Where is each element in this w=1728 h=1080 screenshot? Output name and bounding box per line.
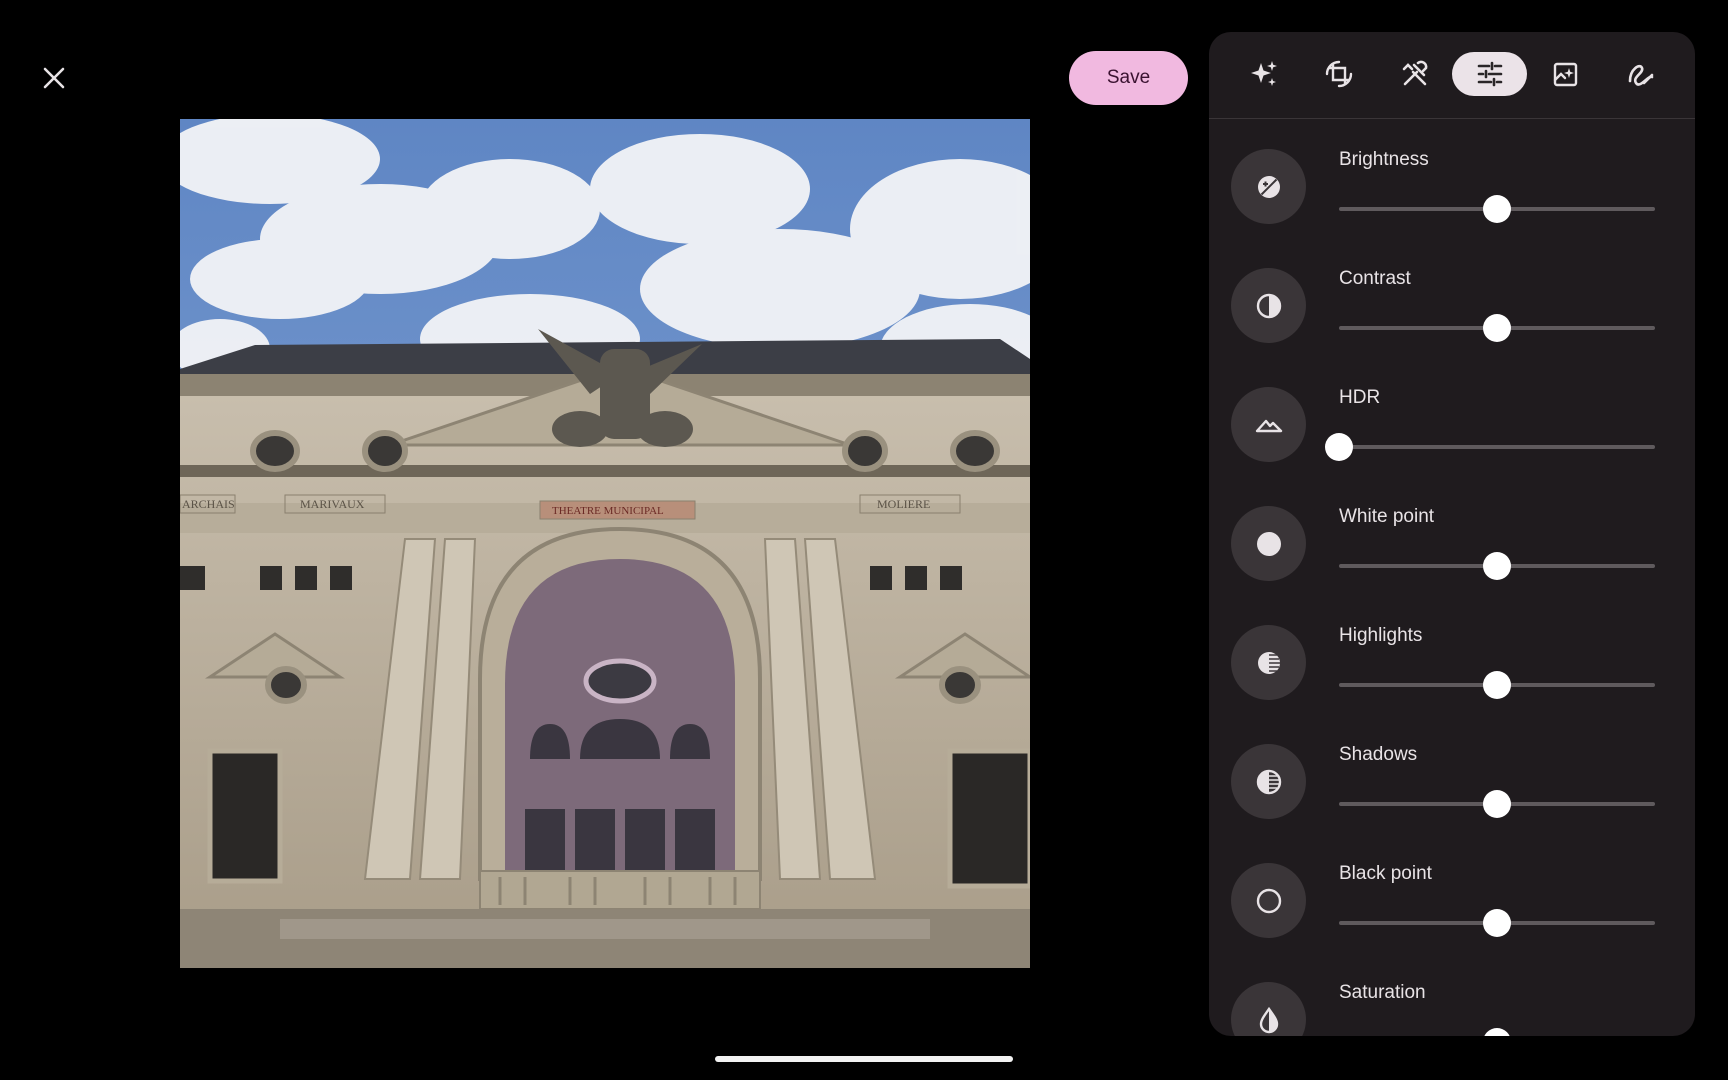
slider-thumb[interactable]: [1483, 195, 1511, 223]
slider-thumb[interactable]: [1483, 1028, 1511, 1036]
adjust-label: Contrast: [1339, 268, 1411, 289]
hdr-icon[interactable]: [1231, 387, 1306, 462]
adjust-label: White point: [1339, 506, 1435, 527]
tab-filters[interactable]: [1528, 52, 1603, 96]
tab-markup[interactable]: [1603, 52, 1678, 96]
markup-icon: [1628, 64, 1653, 86]
hdr-slider[interactable]: [1325, 433, 1655, 461]
brightness-icon[interactable]: [1231, 149, 1306, 224]
adjust-label: Brightness: [1339, 149, 1429, 170]
white-point-slider[interactable]: [1339, 552, 1655, 580]
slider-thumb[interactable]: [1483, 314, 1511, 342]
adjust-row-contrast: Contrast: [1209, 238, 1695, 357]
shadows-icon[interactable]: [1231, 744, 1306, 819]
contrast-slider[interactable]: [1339, 314, 1655, 342]
slider-thumb[interactable]: [1483, 552, 1511, 580]
tools-icon: [1402, 60, 1427, 86]
tab-tools[interactable]: [1377, 52, 1452, 96]
plaque-archais: ARCHAIS: [182, 497, 235, 511]
adjust-row-hdr: HDR: [1209, 357, 1695, 476]
plaque-theatre: THEATRE MUNICIPAL: [552, 505, 664, 517]
shadows-slider[interactable]: [1339, 790, 1655, 818]
contrast-icon[interactable]: [1231, 268, 1306, 343]
photo-preview[interactable]: ARCHAIS MARIVAUX THEATRE MUNICIPAL MOLIE…: [180, 119, 1030, 968]
highlights-icon[interactable]: [1231, 625, 1306, 700]
home-indicator[interactable]: [715, 1056, 1013, 1062]
adjust-label: Saturation: [1339, 982, 1426, 1003]
adjust-label: Black point: [1339, 863, 1432, 884]
close-icon: [43, 67, 65, 89]
black-point-slider[interactable]: [1339, 909, 1655, 937]
adjust-row-saturation: Saturation: [1209, 952, 1695, 1036]
tab-crop[interactable]: [1301, 52, 1376, 96]
saturation-icon[interactable]: [1231, 982, 1306, 1036]
adjust-row-black-point: Black point: [1209, 833, 1695, 952]
black-point-icon[interactable]: [1231, 863, 1306, 938]
adjust-row-shadows: Shadows: [1209, 714, 1695, 833]
adjust-row-highlights: Highlights: [1209, 595, 1695, 714]
adjust-label: Highlights: [1339, 625, 1423, 646]
tab-suggestions[interactable]: [1226, 52, 1301, 96]
white-point-icon[interactable]: [1231, 506, 1306, 581]
crop-rotate-icon: [1325, 60, 1352, 88]
tab-adjust[interactable]: [1452, 52, 1527, 96]
adjust-label: HDR: [1339, 387, 1381, 408]
adjustment-list[interactable]: Brightness Contrast HDR White point High…: [1209, 119, 1695, 1036]
edit-toolbar: [1209, 32, 1695, 119]
filter-add-icon: [1553, 62, 1577, 87]
adjust-row-brightness: Brightness: [1209, 119, 1695, 238]
plaque-marivaux: MARIVAUX: [300, 497, 365, 511]
edit-panel: Brightness Contrast HDR White point High…: [1209, 32, 1695, 1036]
save-button[interactable]: Save: [1069, 51, 1188, 105]
adjust-label: Shadows: [1339, 744, 1418, 765]
plaque-moliere: MOLIERE: [877, 497, 930, 511]
sliders-icon: [1477, 61, 1502, 87]
slider-thumb[interactable]: [1483, 909, 1511, 937]
slider-thumb[interactable]: [1325, 433, 1353, 461]
close-button[interactable]: [32, 56, 76, 100]
slider-thumb[interactable]: [1483, 790, 1511, 818]
sparkle-icon: [1250, 61, 1277, 86]
adjust-row-white-point: White point: [1209, 476, 1695, 595]
building-photo: ARCHAIS MARIVAUX THEATRE MUNICIPAL MOLIE…: [180, 119, 1030, 968]
brightness-slider[interactable]: [1339, 195, 1655, 223]
highlights-slider[interactable]: [1339, 671, 1655, 699]
slider-thumb[interactable]: [1483, 671, 1511, 699]
